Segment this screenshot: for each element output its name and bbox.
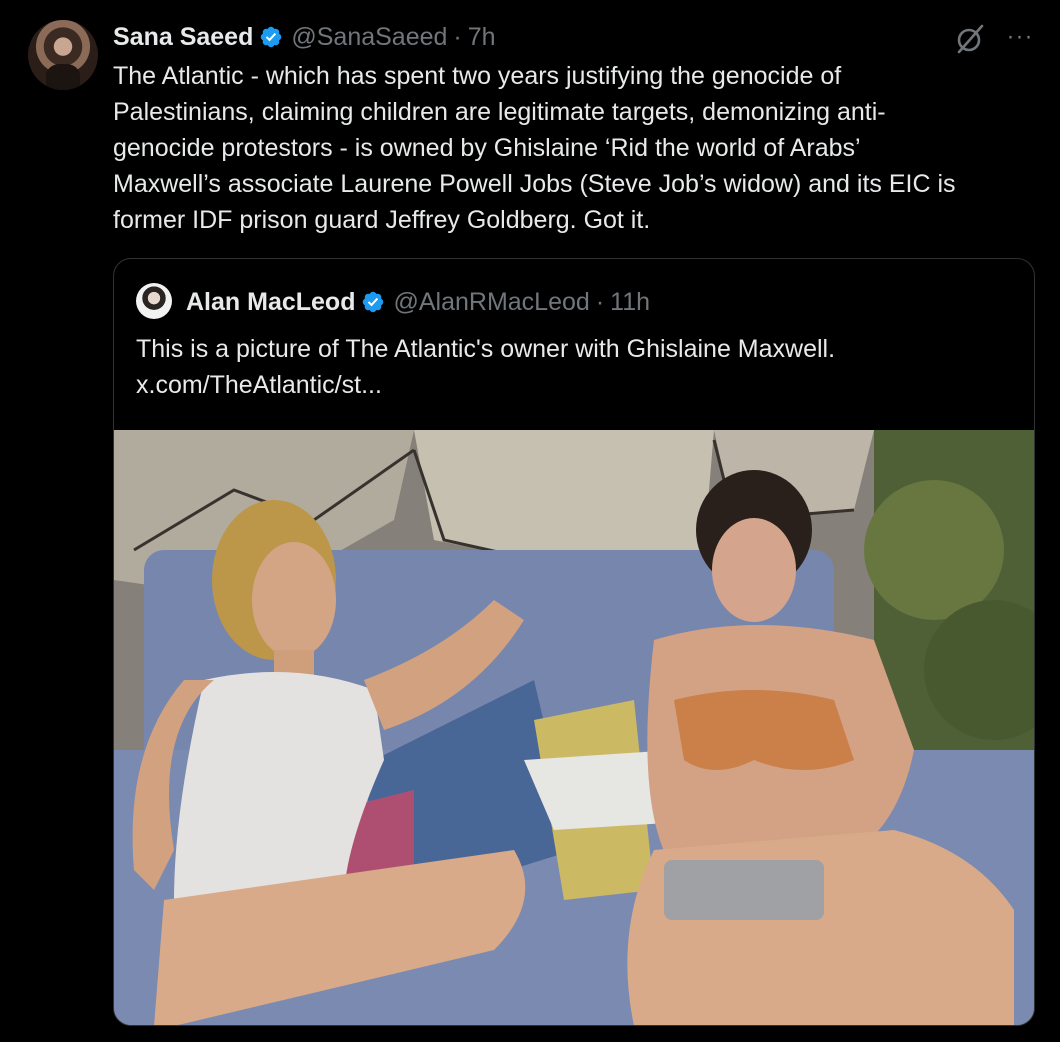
separator-dot: · — [453, 22, 462, 51]
quoted-author-handle[interactable]: @AlanRMacLeod — [393, 288, 589, 317]
quoted-tweet-photo[interactable] — [114, 430, 1034, 1025]
tweet-timestamp[interactable]: 7h — [468, 23, 496, 52]
author-display-name[interactable]: Sana Saeed — [113, 23, 253, 52]
author-handle[interactable]: @SanaSaeed — [291, 23, 447, 52]
author-avatar[interactable] — [28, 20, 98, 90]
quoted-author-display-name[interactable]: Alan MacLeod — [186, 288, 355, 317]
quoted-tweet-header: Alan MacLeod @AlanRMacLeod · 11h — [186, 285, 650, 319]
quoted-separator-dot: · — [595, 287, 605, 316]
quoted-tweet-timestamp[interactable]: 11h — [610, 288, 650, 317]
tweet-text: The Atlantic - which has spent two years… — [113, 62, 956, 234]
more-options-icon[interactable]: ··· — [1000, 22, 1040, 56]
quoted-verified-badge-icon[interactable] — [361, 290, 385, 314]
quoted-tweet-text: This is a picture of The Atlantic's owne… — [136, 335, 836, 399]
grok-icon[interactable] — [953, 22, 987, 56]
quoted-tweet-card[interactable]: Alan MacLeod @AlanRMacLeod · 11h This is… — [113, 258, 1035, 1026]
tweet-header: Sana Saeed @SanaSaeed · 7h — [113, 20, 496, 54]
verified-badge-icon[interactable] — [259, 25, 283, 49]
quoted-author-avatar[interactable] — [136, 283, 172, 319]
